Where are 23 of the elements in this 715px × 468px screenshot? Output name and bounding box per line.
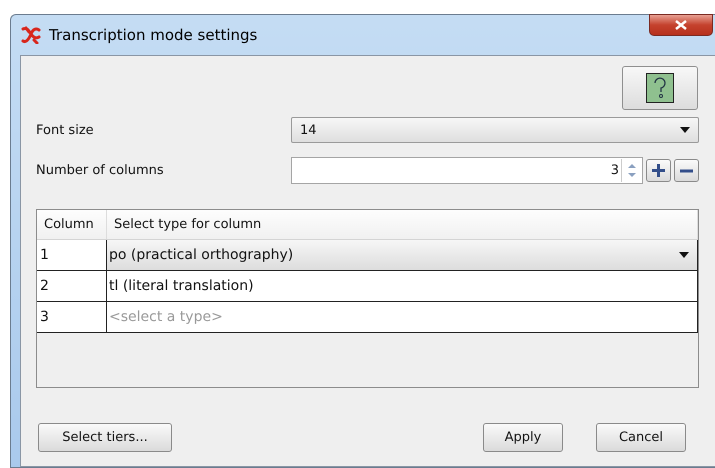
cancel-button[interactable]: Cancel: [596, 423, 686, 452]
app-logo-icon: [21, 26, 41, 44]
caret-icon: [679, 252, 689, 258]
column-count-spinner[interactable]: 3: [291, 157, 643, 184]
help-icon: [646, 73, 674, 103]
column-header: Select type for column: [107, 210, 698, 239]
close-button[interactable]: [649, 14, 713, 36]
select-tiers-button[interactable]: Select tiers...: [38, 423, 172, 452]
window-title: Transcription mode settings: [49, 26, 258, 44]
add-button[interactable]: [646, 159, 671, 182]
minus-icon: [679, 168, 694, 172]
caret-icon: [680, 127, 690, 133]
plus-icon: [651, 163, 666, 178]
column-header: Column: [37, 210, 107, 239]
font-size-label: Font size: [36, 122, 95, 138]
help-button[interactable]: [622, 66, 698, 110]
font-size-dropdown[interactable]: 14: [291, 117, 699, 143]
remove-button[interactable]: [674, 159, 699, 182]
column-count-label: Number of columns: [36, 163, 165, 178]
close-icon: [675, 20, 687, 30]
table-cell[interactable]: tl (literal translation): [107, 271, 698, 301]
type-dropdown[interactable]: po (practical orthography): [107, 240, 698, 270]
apply-button[interactable]: Apply: [483, 423, 563, 452]
